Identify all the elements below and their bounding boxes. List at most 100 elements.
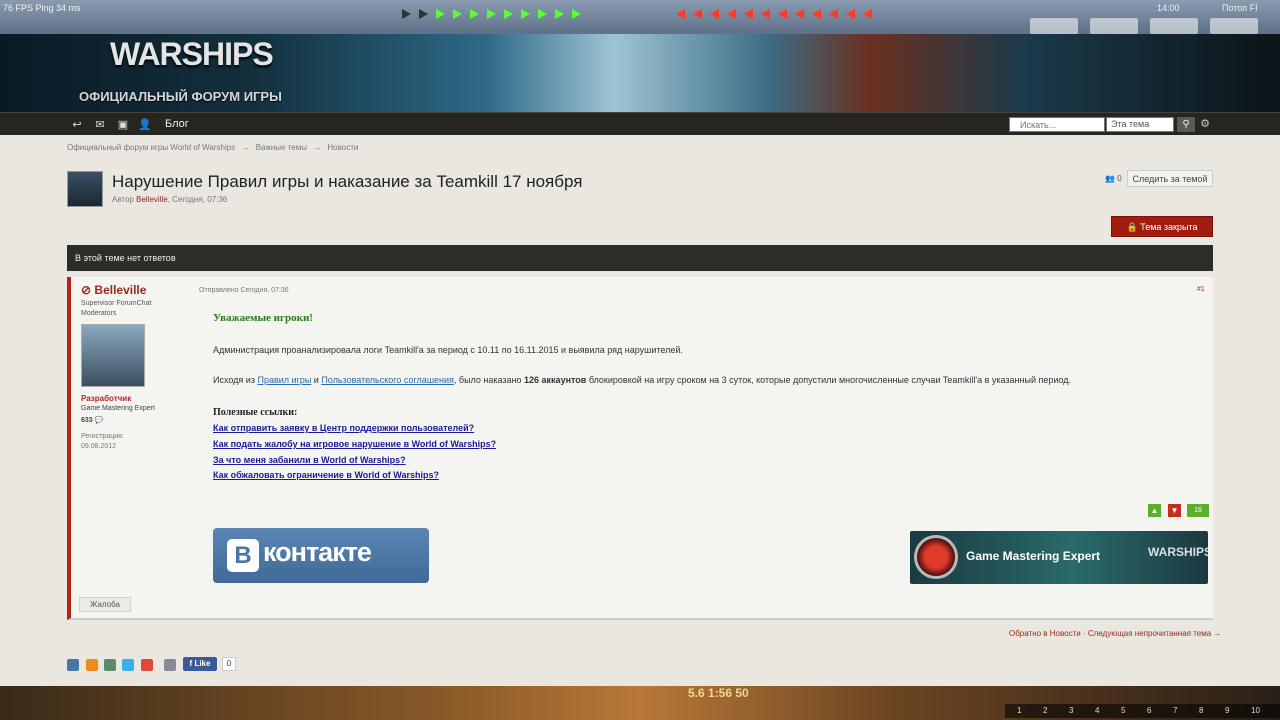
enemy-ship-marker: [778, 9, 787, 19]
ship-card: [1090, 18, 1138, 34]
facebook-like-count: 0: [222, 657, 236, 671]
lock-icon: 🔒: [1126, 222, 1138, 232]
para2-text: блокировкой на игру сроком на 3 суток, к…: [586, 375, 1071, 385]
no-replies-header: В этой теме нет ответов: [67, 245, 1213, 271]
vote-down-button[interactable]: ▼: [1168, 504, 1181, 517]
topic-meta: Автор Belleville, Сегодня, 07:36: [112, 195, 227, 204]
hud-hotkey: 10: [1251, 706, 1260, 715]
breadcrumb-news[interactable]: Новости: [327, 143, 358, 152]
back-to-news-link[interactable]: Обратно в Новости · Следующая непрочитан…: [1009, 629, 1221, 638]
accounts-count: 126 аккаунтов: [524, 375, 587, 385]
report-violation-link[interactable]: Как подать жалобу на игровое нарушение в…: [213, 439, 496, 449]
registration-label: Регистрация:: [81, 433, 124, 440]
followers-number: 0: [1117, 174, 1122, 183]
enemy-ship-marker: [795, 9, 804, 19]
game-hud-bottom: 5.6 1:56 50 1 2 3 4 5 6 7 8 9 10: [0, 686, 1280, 720]
ally-ship-marker: [470, 9, 479, 19]
arrow-up-icon: ▲: [1150, 506, 1159, 515]
topic-closed-button[interactable]: 🔒 Тема закрыта: [1111, 216, 1213, 237]
enemy-ship-marker: [710, 9, 719, 19]
follow-topic-button[interactable]: Следить за темой: [1127, 170, 1213, 187]
wows-logo[interactable]: WARSHIPS: [110, 36, 274, 73]
topic-author-link[interactable]: Belleville: [136, 195, 168, 204]
ally-ship-marker: [572, 9, 581, 19]
user-agreement-link[interactable]: Пользовательского соглашения: [321, 375, 454, 385]
forum-banner: WARSHIPS ОФИЦИАЛЬНЫЙ ФОРУМ ИГРЫ: [0, 34, 1280, 112]
ship-cards: [1030, 18, 1280, 34]
hud-hotkey: 5: [1121, 706, 1126, 715]
para2-text: и: [311, 375, 322, 385]
facebook-like-label: Like: [194, 659, 211, 668]
post-number-link[interactable]: #1: [1197, 286, 1205, 293]
hud-hotkey: 4: [1095, 706, 1100, 715]
hud-clock: 14:00: [1157, 3, 1180, 13]
hud-login: Потоп FI: [1222, 3, 1258, 13]
comment-icon: 💬: [94, 417, 104, 424]
nav-blog-link[interactable]: Блог: [165, 118, 189, 130]
enemy-ship-marker: [761, 9, 770, 19]
post-author-name[interactable]: ⊘ Belleville: [81, 283, 146, 297]
followers-icon: 👥: [1105, 174, 1115, 183]
hud-hotkey: 6: [1147, 706, 1152, 715]
post-author-role: Supervisor ForumChat Moderators: [81, 300, 152, 317]
search-button[interactable]: ⚲: [1177, 117, 1195, 132]
facebook-like-button[interactable]: f Like: [183, 657, 217, 671]
enemy-ship-marker: [676, 9, 685, 19]
arrow-icon[interactable]: ↩: [70, 119, 84, 131]
vote-up-button[interactable]: ▲: [1148, 504, 1161, 517]
breadcrumb-separator: →: [241, 143, 250, 152]
reputation-count: 16: [1187, 504, 1209, 517]
enemy-ship-marker: [744, 9, 753, 19]
ok-share-icon[interactable]: [86, 659, 98, 671]
nav-bar: ↩ ✉ ▣ 👤 Блог Эта тема ⚲ ⚙: [0, 112, 1280, 135]
hud-hotkey: 9: [1225, 706, 1230, 715]
vk-banner-text: контакте: [263, 537, 372, 567]
breadcrumb-important[interactable]: Важные темы: [256, 143, 307, 152]
para2-text: Исходя из: [213, 375, 258, 385]
ally-ship-marker: [419, 9, 428, 19]
appeal-link[interactable]: Как обжаловать ограничение в World of Wa…: [213, 470, 439, 480]
gplus-share-icon[interactable]: [141, 659, 153, 671]
post: ⊘ Belleville Supervisor ForumChat Modera…: [67, 277, 1213, 620]
ship-card: [1210, 18, 1258, 34]
rules-link[interactable]: Правил игры: [257, 375, 311, 385]
gear-icon: ⚙: [1200, 118, 1210, 130]
support-request-link[interactable]: Как отправить заявку в Центр поддержки п…: [213, 423, 474, 433]
avatar[interactable]: [81, 324, 145, 387]
fps-readout: 76 FPS Ping 34 ms: [3, 3, 81, 13]
vk-banner[interactable]: В контакте: [213, 528, 429, 583]
bookmark-icon[interactable]: ▣: [116, 119, 130, 131]
breadcrumb: Официальный форум игры World of Warships…: [67, 143, 362, 152]
meta-date: , Сегодня, 07:36: [167, 195, 228, 204]
enemy-ship-marker: [846, 9, 855, 19]
breadcrumb-separator: →: [313, 143, 322, 152]
mail-share-icon[interactable]: [104, 659, 116, 671]
post-paragraph-2: Исходя из Правил игры и Пользовательског…: [213, 375, 1071, 385]
ally-ship-marker: [453, 9, 462, 19]
page-title: Нарушение Правил игры и наказание за Tea…: [112, 172, 583, 191]
mail-icon[interactable]: ✉: [93, 119, 107, 131]
vk-share-icon[interactable]: [67, 659, 79, 671]
search-scope-select[interactable]: Эта тема: [1106, 117, 1174, 132]
gme-emblem-icon: [914, 535, 958, 579]
forum-name: ОФИЦИАЛЬНЫЙ ФОРУМ ИГРЫ: [79, 89, 282, 104]
twitter-share-icon[interactable]: [122, 659, 134, 671]
share-icon[interactable]: [164, 659, 176, 671]
vk-logo-icon: В: [227, 539, 259, 572]
hud-hotkey: 7: [1173, 706, 1178, 715]
ally-ship-marker: [555, 9, 564, 19]
search-input[interactable]: [1009, 117, 1105, 132]
why-banned-link[interactable]: За что меня забанили в World of Warships…: [213, 455, 406, 465]
post-author-text: Belleville: [94, 283, 147, 297]
settings-button[interactable]: ⚙: [1198, 117, 1212, 132]
hud-hotkey: 2: [1043, 706, 1048, 715]
useful-links-heading: Полезные ссылки:: [213, 407, 298, 418]
report-button[interactable]: Жалоба: [79, 597, 131, 612]
topic-author-avatar[interactable]: [67, 171, 103, 207]
user-icon[interactable]: 👤: [138, 119, 152, 131]
ally-ship-marker: [402, 9, 411, 19]
ally-ship-marker: [521, 9, 530, 19]
post-paragraph-1: Администрация проанализировала логи Team…: [213, 345, 683, 355]
breadcrumb-home[interactable]: Официальный форум игры World of Warships: [67, 143, 235, 152]
search-icon: ⚲: [1182, 119, 1190, 130]
